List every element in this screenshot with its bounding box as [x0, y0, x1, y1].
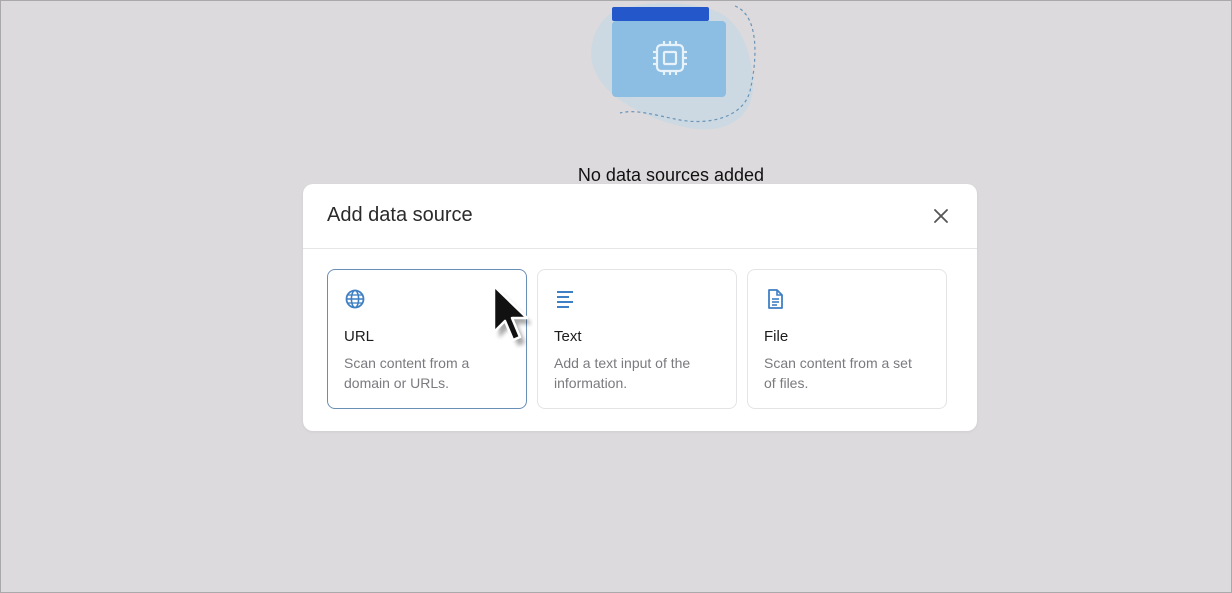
text-desc-line-2: information. — [554, 375, 628, 391]
text-desc-line-1: Add a text input of the — [554, 355, 691, 371]
file-option-card[interactable]: File Scan content from a set of files. — [747, 269, 947, 409]
text-option-description: Add a text input of the information. — [554, 353, 720, 393]
file-option-description: Scan content from a set of files. — [764, 353, 930, 393]
add-data-source-dialog: Add data source URL Scan content from a … — [303, 184, 977, 431]
text-lines-icon — [557, 291, 573, 308]
text-option-card[interactable]: Text Add a text input of the information… — [537, 269, 737, 409]
url-desc-line-1: Scan content from a — [344, 355, 470, 371]
document-icon — [768, 289, 783, 309]
url-option-description: Scan content from a domain or URLs. — [344, 353, 510, 393]
empty-folder-illustration — [591, 3, 756, 130]
source-options: URL Scan content from a domain or URLs. … — [327, 269, 947, 409]
text-option-label: Text — [554, 328, 582, 345]
globe-icon — [345, 289, 365, 309]
dialog-title: Add data source — [327, 204, 473, 226]
close-icon — [934, 209, 948, 223]
url-desc-line-2: domain or URLs. — [344, 375, 450, 391]
url-option-label: URL — [344, 328, 375, 345]
file-desc-line-1: Scan content from a set — [764, 355, 912, 371]
app-window: No data sources added Add data source UR… — [0, 0, 1232, 593]
file-desc-line-2: of files. — [764, 375, 809, 391]
empty-state-title: No data sources added — [577, 165, 765, 185]
file-option-label: File — [764, 328, 789, 345]
close-button[interactable] — [929, 204, 953, 228]
url-option-card[interactable]: URL Scan content from a domain or URLs. — [327, 269, 527, 409]
dialog-header: Add data source — [303, 184, 977, 249]
